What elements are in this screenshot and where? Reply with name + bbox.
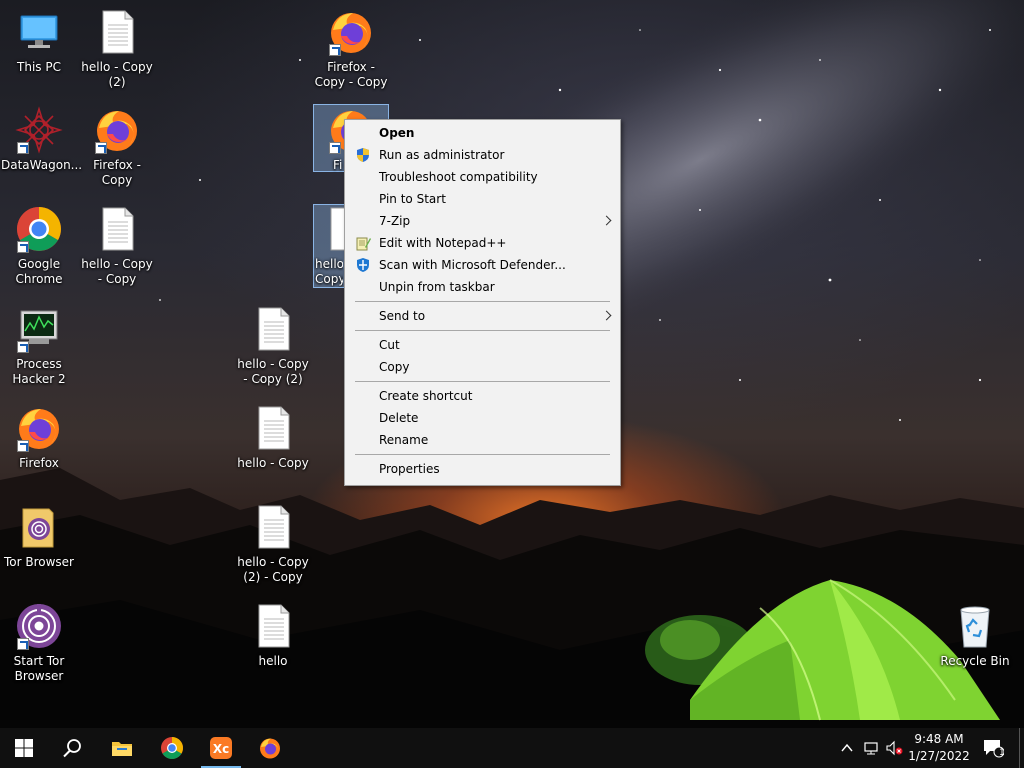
shortcut-arrow-icon [17,638,29,650]
firefox-icon [327,8,375,56]
submenu-arrow-icon [601,310,612,321]
desktop-icon-datawagon[interactable]: DataWagon... [1,106,82,173]
clock-date: 1/27/2022 [908,749,970,763]
taskbar-chrome[interactable] [148,728,196,768]
firefox-icon [93,106,141,154]
notepadpp-icon [356,237,371,251]
text-file-icon [249,503,297,551]
desktop-icon-firefox-copy-copy[interactable]: Firefox - Copy - Copy [313,8,389,90]
menu-item-cut[interactable]: Cut [345,334,620,356]
desktop-icon-hello-copy-b[interactable]: hello - Copy [235,404,311,471]
menu-item-unpin-from-taskbar[interactable]: Unpin from taskbar [345,276,620,298]
menu-item-troubleshoot-compatibility[interactable]: Troubleshoot compatibility [345,166,620,188]
text-file-icon [249,404,297,452]
process-hacker-icon [15,305,63,353]
menu-separator [355,454,610,455]
chrome-icon [161,737,183,759]
menu-item-pin-to-start[interactable]: Pin to Start [345,188,620,210]
context-menu: Open Run as administrator Troubleshoot c… [344,119,621,486]
menu-item-edit-with-notepadpp[interactable]: Edit with Notepad++ [345,232,620,254]
menu-item-7zip[interactable]: 7-Zip [345,210,620,232]
svg-text:Xc: Xc [213,742,229,756]
this-pc-icon [15,8,63,56]
desktop-icon-hello-copy-copy[interactable]: hello - Copy - Copy [79,205,155,287]
menu-item-run-as-administrator[interactable]: Run as administrator [345,144,620,166]
menu-separator [355,301,610,302]
clock-time: 9:48 AM [914,732,964,746]
menu-item-rename[interactable]: Rename [345,429,620,451]
desktop-icon-hello[interactable]: hello [235,602,311,669]
desktop-icon-hello-copy-2-copy[interactable]: hello - Copy (2) - Copy [235,503,311,585]
start-button[interactable] [0,728,48,768]
menu-item-scan-with-defender[interactable]: Scan with Microsoft Defender... [345,254,620,276]
uac-shield-icon [357,148,369,162]
text-file-icon [249,305,297,353]
chrome-icon [15,205,63,253]
shortcut-arrow-icon [17,241,29,253]
text-file-icon [93,8,141,56]
tor-icon [15,602,63,650]
taskbar-file-explorer[interactable] [98,728,146,768]
taskbar-firefox[interactable] [246,728,294,768]
text-file-icon [93,205,141,253]
search-button[interactable] [48,728,96,768]
network-icon [864,742,878,755]
desktop-icon-this-pc[interactable]: This PC [1,8,77,75]
tray-overflow-button[interactable] [836,728,858,768]
desktop-icon-recycle-bin[interactable]: Recycle Bin [937,602,1013,669]
shortcut-arrow-icon [329,44,341,56]
shortcut-arrow-icon [17,440,29,452]
desktop-icon-tor-browser-folder[interactable]: Tor Browser [1,503,77,570]
show-desktop-button[interactable] [1019,728,1024,768]
notification-count: 1 [999,748,1005,758]
action-center-button[interactable]: 1 [978,728,1008,768]
search-icon [63,739,81,758]
chevron-up-icon [841,743,853,752]
firefox-icon [260,738,280,759]
text-file-icon [249,602,297,650]
datawagon-icon [15,106,63,154]
volume-button[interactable] [883,728,905,768]
menu-item-send-to[interactable]: Send to [345,305,620,327]
desktop-icon-process-hacker[interactable]: Process Hacker 2 [1,305,77,387]
desktop-icon-firefox-copy[interactable]: Firefox - Copy [79,106,155,188]
desktop-icon-google-chrome[interactable]: Google Chrome [1,205,77,287]
file-explorer-icon [112,742,132,756]
shortcut-arrow-icon [95,142,107,154]
menu-separator [355,330,610,331]
shortcut-arrow-icon [17,341,29,353]
submenu-arrow-icon [601,215,612,226]
windows-start-icon [15,739,33,757]
taskbar-xampp[interactable]: Xc [197,728,245,768]
menu-item-open[interactable]: Open [345,122,620,144]
shortcut-arrow-icon [17,142,29,154]
desktop-icon-hello-copy-copy-2[interactable]: hello - Copy - Copy (2) [235,305,311,387]
tor-folder-icon [15,503,63,551]
desktop-icon-start-tor-browser[interactable]: Start Tor Browser [1,602,77,684]
defender-icon [357,258,369,272]
shortcut-arrow-icon [329,142,341,154]
xampp-icon: Xc [210,737,232,759]
recycle-bin-icon [951,602,999,650]
network-button[interactable] [860,728,882,768]
taskbar: Xc 9:48 AM 1/27/2022 1 [0,728,1024,768]
volume-muted-icon [886,740,903,756]
firefox-icon [15,404,63,452]
menu-item-properties[interactable]: Properties [345,458,620,480]
desktop-icon-hello-copy-2[interactable]: hello - Copy (2) [79,8,155,90]
menu-item-copy[interactable]: Copy [345,356,620,378]
taskbar-clock[interactable]: 9:48 AM 1/27/2022 [906,731,972,765]
menu-item-delete[interactable]: Delete [345,407,620,429]
menu-item-create-shortcut[interactable]: Create shortcut [345,385,620,407]
menu-separator [355,381,610,382]
desktop-icon-firefox[interactable]: Firefox [1,404,77,471]
